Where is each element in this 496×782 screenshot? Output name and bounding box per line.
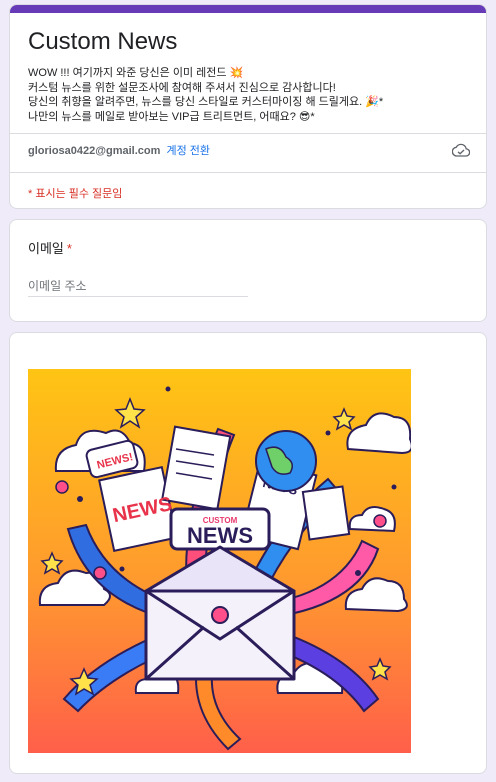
theme-accent-bar [10,5,486,13]
account-row: gloriosa0422@gmail.com 계정 전환 [28,144,210,158]
form-header-card: Custom News WOW !!! 여기까지 와준 당신은 이미 레전드 💥… [9,4,487,209]
question-title: 이메일 [28,241,64,256]
cloud-saved-icon[interactable] [452,143,470,157]
account-email: gloriosa0422@gmail.com [28,145,161,157]
form-title: Custom News [28,28,178,55]
switch-account-link[interactable]: 계정 전환 [166,145,210,157]
divider [10,133,486,134]
email-field[interactable] [28,276,248,297]
description-line: 커스텀 뉴스를 위한 설문조사에 참여해 주셔서 진심으로 감사합니다! [28,81,336,94]
divider [10,172,486,173]
question-card-email: 이메일 * [9,219,487,322]
description-line: WOW !!! 여기까지 와준 당신은 이미 레전드 💥 [28,67,244,79]
description-line: 당신의 취향을 알려주면, 뉴스를 당신 스타일로 커스터마이징 해 드릴게요.… [28,96,384,108]
custom-news-illustration: NEWS NEVS NEWS! CUSTOM NEWS [28,369,411,753]
required-note: * 표시는 필수 질문임 [28,188,123,200]
headline-text: NEWS [187,523,253,548]
required-star: * [66,241,72,256]
question-label: 이메일 * [28,238,72,257]
form-description: WOW !!! 여기까지 와준 당신은 이미 레전드 💥 커스텀 뉴스를 위한 … [28,66,468,124]
image-card: NEWS NEVS NEWS! CUSTOM NEWS [9,332,487,774]
description-line: 나만의 뉴스를 메일로 받아보는 VIP급 트리트먼트, 어때요? 😎* [28,110,315,123]
